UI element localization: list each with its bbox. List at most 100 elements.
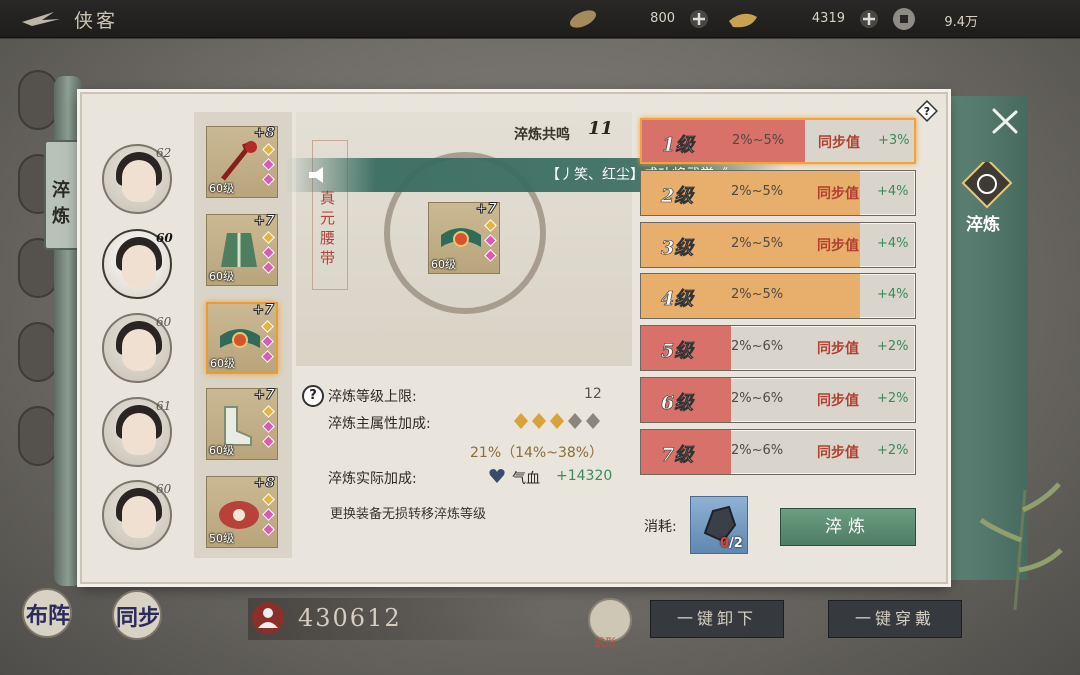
martial-form-label: 武形 <box>594 636 616 649</box>
level-range: 2%~5% <box>731 236 784 251</box>
enhance-level: +7 <box>252 302 275 319</box>
star-filled <box>532 413 546 429</box>
equip-all-button[interactable]: 一键穿戴 <box>828 600 962 638</box>
help-icon[interactable]: ? <box>916 100 938 122</box>
level-label: 4级 <box>661 288 694 311</box>
level-label: 3级 <box>661 237 694 260</box>
character-level: 61 <box>156 399 172 413</box>
equipment-slot-belt[interactable]: +7 60级 <box>206 302 278 374</box>
resource-coin: 9.4万 <box>890 5 1060 33</box>
refine-level-row[interactable]: 4级 2%~5% +4% <box>640 273 916 319</box>
level-range: 2%~6% <box>731 339 784 354</box>
level-bonus: +2% <box>877 391 909 406</box>
bamboo-decoration <box>979 482 1063 610</box>
sync-label: 同步值 <box>817 393 859 409</box>
star-filled <box>550 413 564 429</box>
equip-level: 60级 <box>209 270 234 283</box>
character-portrait[interactable]: 60 <box>102 229 173 299</box>
avatar-face <box>122 160 156 202</box>
star-empty <box>586 413 600 429</box>
star-rating <box>514 413 600 429</box>
level-bonus: +2% <box>877 443 909 458</box>
leaf-token-icon <box>569 10 597 28</box>
transfer-note: 更换装备无损转移淬炼等级 <box>330 507 487 522</box>
resonance-value: 11 <box>588 118 614 139</box>
refine-level-row[interactable]: 1级 2%~5% 同步值 +3% <box>640 118 916 164</box>
level-label: 2级 <box>661 185 694 208</box>
megaphone-icon <box>309 167 323 183</box>
equipment-slot-bracer[interactable]: +8 50级 <box>206 475 278 548</box>
cuilian-tab-label: 淬炼 <box>966 215 1000 235</box>
level-bonus: +3% <box>878 133 910 148</box>
add-icon[interactable] <box>859 9 879 29</box>
sync-label: 同步值 <box>817 341 859 357</box>
refine-level-row[interactable]: 6级 2%~6% 同步值 +2% <box>640 377 916 423</box>
item-level: 60级 <box>431 258 456 271</box>
level-range: 2%~5% <box>732 133 785 148</box>
level-range: 2%~5% <box>731 287 784 302</box>
formation-label: 布阵 <box>26 603 71 629</box>
cuilian-button[interactable]: 淬炼 <box>780 508 916 546</box>
avatar-face <box>122 496 156 538</box>
cap-value: 12 <box>584 386 602 402</box>
equip-level: 50级 <box>209 532 234 545</box>
refine-level-row[interactable]: 7级 2%~6% 同步值 +2% <box>640 429 916 475</box>
character-portrait[interactable]: 62 <box>102 144 172 214</box>
character-portrait[interactable]: 60 <box>102 480 172 550</box>
resource-value: 4319 <box>811 11 845 26</box>
character-level: 62 <box>156 146 172 160</box>
avatar-face <box>122 413 156 455</box>
refine-level-row[interactable]: 2级 2%~5% 同步值 +4% <box>640 170 916 216</box>
refine-level-row[interactable]: 3级 2%~5% 同步值 +4% <box>640 222 916 268</box>
equipment-slot-necklace[interactable]: +8 60级 <box>206 125 278 198</box>
star-filled <box>514 413 528 429</box>
item-plus: +7 <box>475 201 498 218</box>
attribute-name: 气血 <box>512 471 540 487</box>
character-level: 60 <box>156 482 172 496</box>
equip-level: 60级 <box>209 444 234 457</box>
level-bonus: +4% <box>877 236 909 251</box>
svg-text:?: ? <box>924 105 930 118</box>
resource-leaf: 800 <box>565 5 715 33</box>
unequip-all-button[interactable]: 一键卸下 <box>650 600 784 638</box>
level-label: 5级 <box>661 340 694 363</box>
cap-label: 淬炼等级上限: <box>328 389 417 405</box>
sync-label: 同步值 <box>817 238 859 254</box>
gold-ingot-icon <box>729 13 757 28</box>
sync-label: 同步值 <box>817 186 859 202</box>
coin-icon <box>893 8 915 30</box>
equip-level: 60级 <box>210 357 235 370</box>
stats-help-icon[interactable]: ? <box>302 385 324 407</box>
character-portrait[interactable]: 61 <box>102 397 172 467</box>
add-icon[interactable] <box>689 9 709 29</box>
level-range: 2%~5% <box>731 184 784 199</box>
power-icon <box>252 602 284 634</box>
tab-cuilian-label: 淬炼 <box>52 180 70 227</box>
equip-level: 60级 <box>209 182 234 195</box>
enhance-level: +8 <box>253 125 276 142</box>
close-icon[interactable] <box>986 104 1022 140</box>
level-bonus: +4% <box>877 287 909 302</box>
equipment-slot-boots[interactable]: +7 60级 <box>206 387 278 460</box>
bonus-percent: 21%（14%~38%） <box>470 445 604 461</box>
enhance-level: +7 <box>253 213 276 230</box>
level-label: 1级 <box>662 134 695 157</box>
refine-level-row[interactable]: 5级 2%~6% 同步值 +2% <box>640 325 916 371</box>
sync-label: 同步值 <box>818 135 860 151</box>
actual-bonus-label: 淬炼实际加成: <box>328 471 417 487</box>
item-name: 真元腰带 <box>320 189 336 267</box>
level-bonus: +2% <box>877 339 909 354</box>
character-level: 60 <box>156 231 173 245</box>
enhance-level: +7 <box>253 387 276 404</box>
character-portrait[interactable]: 60 <box>102 313 172 383</box>
equipment-slot-robe[interactable]: +7 60级 <box>206 213 278 286</box>
resonance-label: 淬炼共鸣 <box>514 127 570 143</box>
back-arrow-icon[interactable] <box>18 6 62 32</box>
star-empty <box>568 413 582 429</box>
resource-value: 9.4万 <box>944 15 978 30</box>
character-level: 60 <box>156 315 172 329</box>
heart-icon <box>489 469 505 483</box>
level-label: 7级 <box>661 444 694 467</box>
resource-value: 800 <box>650 11 675 26</box>
top-bar: 侠客 800 4319 9.4万 <box>0 0 1080 38</box>
